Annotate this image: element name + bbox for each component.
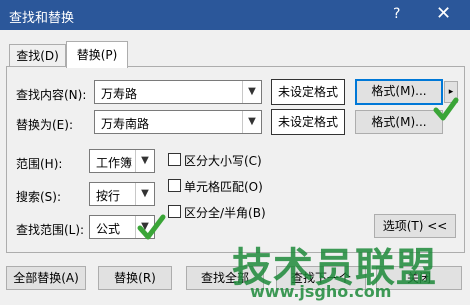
search-value: 按行 bbox=[96, 189, 121, 203]
checkmark-icon bbox=[433, 97, 459, 121]
checkmark-icon bbox=[137, 214, 166, 240]
tab-find[interactable]: 查找(D) bbox=[9, 44, 66, 67]
replace-button[interactable]: 替换(R) bbox=[98, 266, 172, 290]
chevron-down-icon[interactable]: ▼ bbox=[242, 81, 261, 103]
match-cell-label: 单元格匹配(O) bbox=[184, 180, 263, 194]
watermark-url: www.jsgho.com bbox=[250, 282, 392, 301]
close-icon[interactable]: ✕ bbox=[436, 3, 451, 24]
lookin-label: 查找范围(L): bbox=[16, 223, 85, 237]
title-bar: 查找和替换 ? ✕ bbox=[0, 0, 470, 30]
find-value: 万寿路 bbox=[101, 87, 138, 101]
help-icon[interactable]: ? bbox=[393, 6, 400, 22]
match-case-checkbox[interactable] bbox=[168, 153, 181, 166]
replace-value: 万寿南路 bbox=[101, 117, 150, 131]
match-case-label: 区分大小写(C) bbox=[184, 154, 262, 168]
scope-value: 工作簿 bbox=[96, 156, 133, 170]
window-title: 查找和替换 bbox=[9, 11, 75, 26]
find-format-button[interactable]: 格式(M)... bbox=[355, 79, 443, 105]
lookin-value: 公式 bbox=[96, 222, 121, 236]
tab-replace[interactable]: 替换(P) bbox=[66, 41, 128, 68]
find-label: 查找内容(N): bbox=[16, 88, 87, 102]
search-label: 搜索(S): bbox=[16, 190, 62, 204]
match-cell-checkbox[interactable] bbox=[168, 179, 181, 192]
replace-label: 替换为(E): bbox=[16, 118, 73, 132]
scope-select[interactable]: 工作簿 ▼ bbox=[89, 149, 155, 173]
replace-format-status: 未设定格式 bbox=[271, 109, 345, 135]
replace-input[interactable]: 万寿南路 ▼ bbox=[94, 110, 262, 134]
match-width-checkbox[interactable] bbox=[168, 205, 181, 218]
match-width-label: 区分全/半角(B) bbox=[184, 206, 266, 220]
chevron-down-icon[interactable]: ▼ bbox=[242, 111, 261, 133]
search-select[interactable]: 按行 ▼ bbox=[89, 182, 155, 206]
replace-format-button[interactable]: 格式(M)... bbox=[355, 110, 443, 134]
find-input[interactable]: 万寿路 ▼ bbox=[94, 80, 262, 104]
find-format-status: 未设定格式 bbox=[271, 79, 345, 105]
chevron-down-icon[interactable]: ▼ bbox=[135, 150, 154, 172]
replace-all-button[interactable]: 全部替换(A) bbox=[6, 266, 86, 290]
chevron-down-icon[interactable]: ▼ bbox=[135, 183, 154, 205]
scope-label: 范围(H): bbox=[16, 157, 63, 171]
